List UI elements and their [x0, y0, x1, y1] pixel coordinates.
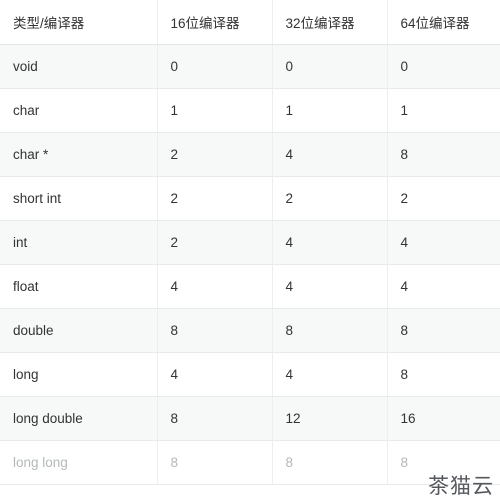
cell-16bit-size: 4: [157, 264, 273, 309]
cell-type: int: [0, 220, 158, 265]
data-type-size-table-container: 类型/编译器 16位编译器 32位编译器 64位编译器 void 0 0 0 char 1…: [0, 0, 500, 503]
table-row: char * 2 4 8: [0, 132, 500, 177]
cell-64bit-size: 16: [387, 396, 500, 441]
table-row: double 8 8 8: [0, 308, 500, 353]
table-row: long 4 4 8: [0, 352, 500, 397]
column-header-16bit-compiler: 16位编译器: [157, 0, 273, 45]
table-header: 类型/编译器 16位编译器 32位编译器 64位编译器: [0, 0, 500, 45]
cell-32bit-size: 4: [272, 352, 388, 397]
table-row: long double 8 12 16: [0, 396, 500, 441]
cell-type: char *: [0, 132, 158, 177]
cell-64bit-size: 8: [387, 440, 500, 485]
cell-64bit-size: 8: [387, 352, 500, 397]
cell-16bit-size: 2: [157, 176, 273, 221]
table-row: float 4 4 4: [0, 264, 500, 309]
table-row: void 0 0 0: [0, 44, 500, 89]
cell-16bit-size: 1: [157, 88, 273, 133]
table-row: short int 2 2 2: [0, 176, 500, 221]
cell-type: char: [0, 88, 158, 133]
cell-type: float: [0, 264, 158, 309]
cell-16bit-size: 8: [157, 440, 273, 485]
cell-32bit-size: 0: [272, 44, 388, 89]
cell-64bit-size: 8: [387, 308, 500, 353]
column-header-64bit-compiler: 64位编译器: [387, 0, 500, 45]
cell-type: long: [0, 352, 158, 397]
table-row: int 2 4 4: [0, 220, 500, 265]
cell-type: short int: [0, 176, 158, 221]
cell-64bit-size: 2: [387, 176, 500, 221]
cell-64bit-size: 8: [387, 132, 500, 177]
cell-32bit-size: 4: [272, 132, 388, 177]
cell-64bit-size: 1: [387, 88, 500, 133]
cell-type: long double: [0, 396, 158, 441]
cell-32bit-size: 4: [272, 264, 388, 309]
cell-32bit-size: 12: [272, 396, 388, 441]
cell-16bit-size: 2: [157, 220, 273, 265]
table-body: void 0 0 0 char 1 1 1 char * 2 4 8 short int 2 2 2 int 2 4…: [0, 44, 500, 485]
table-header-row: 类型/编译器 16位编译器 32位编译器 64位编译器: [0, 0, 500, 45]
cell-32bit-size: 8: [272, 440, 388, 485]
cell-32bit-size: 2: [272, 176, 388, 221]
cell-type: long long: [0, 440, 158, 485]
column-header-32bit-compiler: 32位编译器: [272, 0, 388, 45]
cell-64bit-size: 4: [387, 264, 500, 309]
table-row: char 1 1 1: [0, 88, 500, 133]
cell-64bit-size: 4: [387, 220, 500, 265]
cell-16bit-size: 8: [157, 396, 273, 441]
cell-16bit-size: 8: [157, 308, 273, 353]
cell-32bit-size: 1: [272, 88, 388, 133]
cell-32bit-size: 4: [272, 220, 388, 265]
cell-64bit-size: 0: [387, 44, 500, 89]
table-row: long long 8 8 8: [0, 440, 500, 485]
cell-type: double: [0, 308, 158, 353]
data-type-size-table: 类型/编译器 16位编译器 32位编译器 64位编译器 void 0 0 0 char 1…: [0, 0, 500, 485]
cell-32bit-size: 8: [272, 308, 388, 353]
cell-type: void: [0, 44, 158, 89]
cell-16bit-size: 0: [157, 44, 273, 89]
cell-16bit-size: 2: [157, 132, 273, 177]
cell-16bit-size: 4: [157, 352, 273, 397]
column-header-type: 类型/编译器: [0, 0, 158, 45]
